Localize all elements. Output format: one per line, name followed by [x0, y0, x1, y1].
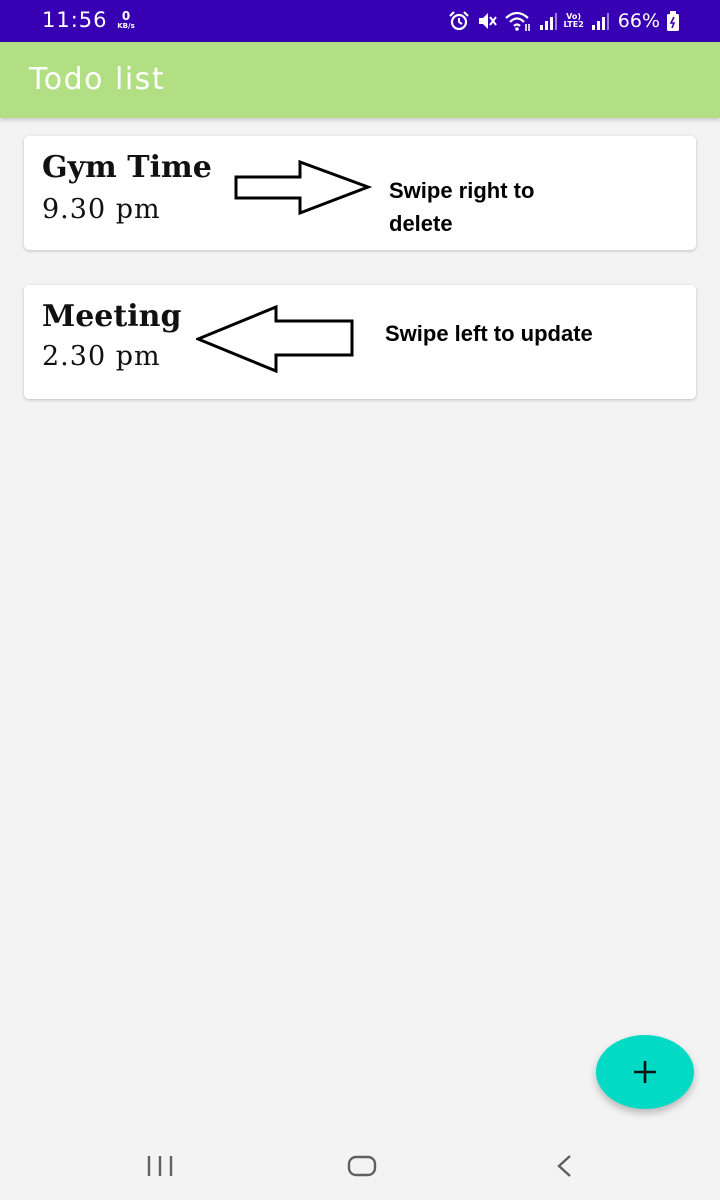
signal-icon — [591, 13, 609, 30]
swipe-delete-hint-line1: Swipe right to — [389, 178, 535, 203]
todo-time: 9.30 pm — [42, 194, 161, 225]
alarm-icon — [448, 11, 469, 31]
todo-title: Gym Time — [42, 150, 212, 185]
back-icon[interactable] — [552, 1152, 578, 1180]
volte-bottom: LTE2 — [563, 20, 584, 29]
app-bar: Todo list — [0, 42, 720, 118]
app-title: Todo list — [29, 62, 166, 97]
status-icons: Vo) LTE2 66% — [442, 9, 681, 33]
network-speed-value: 0 — [121, 9, 131, 23]
swipe-delete-hint: Swipe right to delete — [389, 174, 589, 240]
recent-apps-icon[interactable] — [145, 1152, 177, 1180]
swipe-update-hint: Swipe left to update — [385, 321, 593, 346]
arrow-left-icon — [196, 305, 354, 374]
home-icon[interactable] — [346, 1152, 378, 1180]
battery-percent: 66% — [617, 10, 660, 32]
navigation-bar — [0, 1132, 720, 1200]
todo-card[interactable]: Meeting 2.30 pm — [24, 285, 696, 399]
plus-icon — [634, 1061, 656, 1083]
swipe-delete-hint-line2: delete — [389, 211, 453, 236]
mute-icon — [478, 13, 497, 29]
add-todo-button[interactable] — [596, 1035, 694, 1109]
network-speed-unit: KB/s — [117, 22, 135, 30]
arrow-right-icon — [234, 160, 372, 216]
todo-title: Meeting — [42, 299, 182, 334]
volte-indicator: Vo) LTE2 — [564, 13, 584, 29]
signal-icon — [539, 13, 557, 30]
status-time: 11:56 — [42, 8, 108, 32]
network-speed: 0 KB/s — [112, 10, 140, 30]
status-bar: 11:56 0 KB/s Vo) LTE2 66% — [0, 0, 720, 42]
wifi-icon — [504, 11, 530, 31]
battery-icon — [667, 11, 679, 31]
todo-time: 2.30 pm — [42, 341, 161, 372]
